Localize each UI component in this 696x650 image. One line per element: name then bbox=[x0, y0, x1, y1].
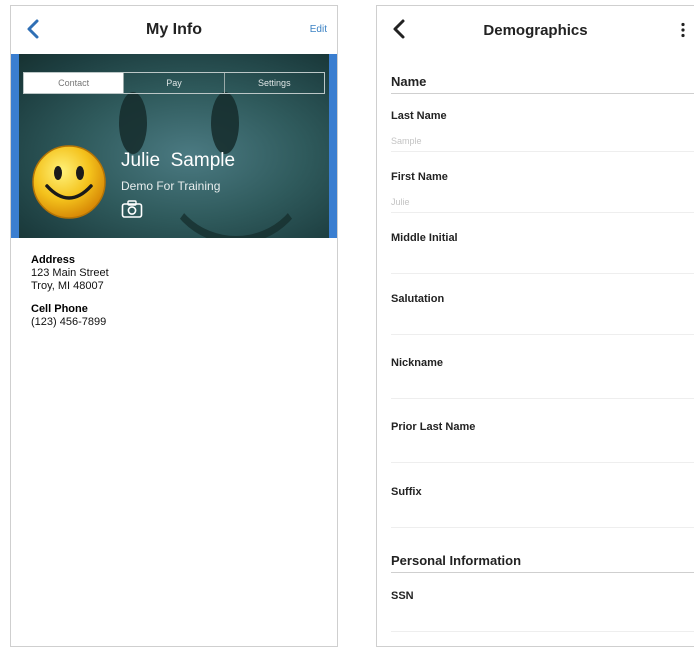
address-label: Address bbox=[31, 254, 76, 266]
first-name-field[interactable] bbox=[391, 191, 694, 213]
salutation-label: Salutation bbox=[391, 293, 445, 305]
first-name-label: First Name bbox=[391, 171, 448, 183]
edit-button[interactable]: Edit bbox=[310, 24, 327, 35]
address-block: Address 123 Main Street Troy, MI 48007 bbox=[31, 254, 109, 293]
last-name-label: Last Name bbox=[391, 110, 447, 122]
prior-last-name-field[interactable] bbox=[391, 441, 694, 463]
nickname-label: Nickname bbox=[391, 357, 443, 369]
suffix-field[interactable] bbox=[391, 506, 694, 528]
background-eye bbox=[119, 92, 147, 154]
address-line2: Troy, MI 48007 bbox=[31, 280, 104, 292]
section-name: Name bbox=[391, 74, 694, 94]
ssn-field[interactable] bbox=[391, 610, 694, 632]
segment-tabs: Contact Pay Settings bbox=[23, 72, 325, 94]
my-info-screen: My Info Edit Contact Pay Settings Julie … bbox=[10, 5, 338, 647]
profile-subtitle: Demo For Training bbox=[121, 179, 221, 193]
header-edge bbox=[11, 54, 19, 238]
suffix-label: Suffix bbox=[391, 486, 422, 498]
my-info-navbar: My Info Edit bbox=[11, 6, 337, 54]
profile-header: Contact Pay Settings Julie Sample Demo F… bbox=[11, 54, 337, 238]
prior-last-name-label: Prior Last Name bbox=[391, 421, 476, 433]
middle-initial-label: Middle Initial bbox=[391, 232, 458, 244]
camera-icon[interactable] bbox=[121, 199, 143, 219]
demographics-screen: Demographics Name Last Name First Name M… bbox=[376, 5, 694, 647]
salutation-field[interactable] bbox=[391, 313, 694, 335]
cell-phone-block: Cell Phone (123) 456-7899 bbox=[31, 303, 109, 329]
cell-phone-value[interactable]: (123) 456-7899 bbox=[31, 316, 109, 329]
header-edge bbox=[329, 54, 337, 238]
contact-details: Address 123 Main Street Troy, MI 48007 C… bbox=[31, 254, 109, 339]
last-name-field[interactable] bbox=[391, 130, 694, 152]
cell-phone-label: Cell Phone bbox=[31, 303, 88, 315]
address-line1: 123 Main Street bbox=[31, 267, 109, 279]
tab-pay[interactable]: Pay bbox=[123, 73, 223, 93]
section-personal-information: Personal Information bbox=[391, 553, 694, 573]
smiley-avatar-icon[interactable] bbox=[31, 144, 107, 220]
more-vertical-icon[interactable] bbox=[680, 22, 686, 38]
tab-settings[interactable]: Settings bbox=[223, 73, 324, 93]
profile-name: Julie Sample bbox=[121, 150, 236, 171]
ssn-label: SSN bbox=[391, 590, 414, 602]
page-title: Demographics bbox=[483, 22, 588, 39]
page-title: My Info bbox=[146, 21, 202, 38]
middle-initial-field[interactable] bbox=[391, 252, 694, 274]
tab-contact[interactable]: Contact bbox=[24, 73, 124, 93]
nickname-field[interactable] bbox=[391, 377, 694, 399]
